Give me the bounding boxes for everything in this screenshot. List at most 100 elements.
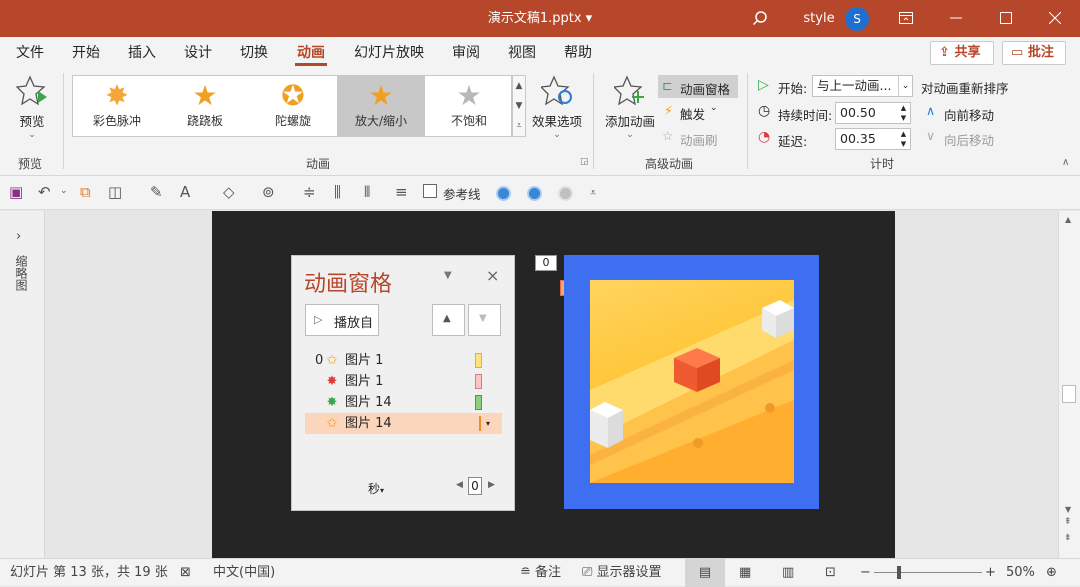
animation-tag[interactable]: 0 bbox=[535, 255, 557, 271]
move-down-button[interactable]: ▼ bbox=[468, 304, 501, 336]
animation-pane-button[interactable]: ⊏ 动画窗格 bbox=[658, 75, 738, 98]
comment-button[interactable]: ▭ 批注 bbox=[1002, 41, 1066, 65]
maximize-icon[interactable] bbox=[994, 0, 1018, 37]
undo-icon[interactable]: ↶ bbox=[38, 183, 51, 201]
zoom-in-icon[interactable]: + bbox=[985, 559, 996, 587]
group-icon[interactable]: ⊚ bbox=[262, 183, 275, 201]
timeline-bar[interactable] bbox=[475, 395, 482, 410]
gray-circle-icon[interactable] bbox=[558, 186, 573, 201]
timeline-bar[interactable] bbox=[479, 416, 481, 431]
play-from-button[interactable]: ▷ 播放自 bbox=[305, 304, 379, 336]
ribbon-display-icon[interactable] bbox=[894, 0, 918, 37]
page-input[interactable]: 0 bbox=[468, 477, 482, 495]
effect-options-button[interactable]: 效果选项 ⌄ bbox=[530, 75, 584, 147]
share-button[interactable]: ⇪ 共享 bbox=[930, 41, 994, 65]
anim-desaturate[interactable]: ★ 不饱和 bbox=[425, 76, 513, 136]
tab-animations[interactable]: 动画 bbox=[295, 37, 327, 69]
tab-transitions[interactable]: 切换 bbox=[240, 37, 268, 69]
gallery-scroll[interactable]: ▲ ▼ ⩡ bbox=[512, 75, 526, 137]
scroll-down-icon[interactable]: ▼ bbox=[1065, 505, 1071, 514]
shapes-icon[interactable]: ◫ bbox=[108, 183, 122, 201]
spinner-icon[interactable]: ▲ ▼ bbox=[897, 129, 910, 149]
tab-slideshow[interactable]: 幻灯片放映 bbox=[354, 37, 424, 69]
display-settings-button[interactable]: ⎚ 显示器设置 bbox=[582, 559, 662, 587]
next-icon[interactable]: ▶ bbox=[488, 480, 495, 490]
prev-icon[interactable]: ◀ bbox=[456, 480, 463, 490]
delay-input[interactable]: 00.35 ▲ ▼ bbox=[835, 128, 911, 150]
tab-file[interactable]: 文件 bbox=[16, 37, 44, 69]
start-select[interactable]: 与上一动画... ⌄ bbox=[812, 75, 913, 97]
seconds-dropdown[interactable]: 秒▾ bbox=[368, 480, 384, 497]
align-center-icon[interactable]: ≑ bbox=[303, 183, 316, 201]
format-painter-icon[interactable]: ✎ bbox=[150, 183, 163, 201]
spinner-icon[interactable]: ▲ ▼ bbox=[897, 103, 910, 123]
gallery-more-icon[interactable]: ⩡ bbox=[513, 116, 525, 136]
add-animation-button[interactable]: 添加动画 ⌄ bbox=[602, 75, 658, 147]
blue-circle-icon[interactable] bbox=[527, 186, 542, 201]
save-icon[interactable]: ▣ bbox=[9, 183, 23, 201]
chevron-down-icon[interactable]: ▾ bbox=[486, 413, 490, 434]
list-item[interactable]: ✸ 图片 1 bbox=[305, 371, 502, 392]
align-middle-icon[interactable]: ⫼ bbox=[334, 183, 341, 201]
zoom-level[interactable]: 50% bbox=[1006, 559, 1035, 587]
title-dropdown-icon[interactable]: ▾ bbox=[586, 11, 593, 26]
accessibility-icon[interactable]: ⊠ bbox=[180, 559, 191, 587]
normal-view-icon[interactable]: ▤ bbox=[685, 559, 725, 587]
fit-slide-icon[interactable]: ⊕ bbox=[1046, 559, 1057, 587]
blue-circle-icon[interactable] bbox=[496, 186, 511, 201]
language-indicator[interactable]: 中文(中国) bbox=[213, 559, 275, 587]
anim-teeter[interactable]: ★ 跷跷板 bbox=[161, 76, 249, 136]
customize-qat-icon[interactable]: ⩡ bbox=[590, 186, 596, 200]
tab-review[interactable]: 审阅 bbox=[452, 37, 480, 69]
move-later-button[interactable]: ∨ 向后移动 bbox=[926, 126, 1006, 148]
tab-insert[interactable]: 插入 bbox=[128, 37, 156, 69]
scroll-thumb[interactable] bbox=[1062, 385, 1076, 403]
tab-home[interactable]: 开始 bbox=[72, 37, 100, 69]
minimize-icon[interactable] bbox=[944, 0, 968, 37]
close-icon[interactable] bbox=[1043, 0, 1067, 37]
duration-input[interactable]: 00.50 ▲ ▼ bbox=[835, 102, 911, 124]
chevron-down-icon[interactable]: ⌄ bbox=[60, 186, 68, 196]
select-icon[interactable]: ⧉ bbox=[80, 183, 91, 201]
font-color-icon[interactable]: A bbox=[180, 183, 190, 201]
zoom-slider-thumb[interactable] bbox=[897, 566, 901, 579]
fill-color-icon[interactable]: ◇ bbox=[223, 183, 235, 201]
scroll-up-icon[interactable]: ▲ bbox=[1065, 215, 1071, 224]
slide-sorter-icon[interactable]: ▦ bbox=[739, 559, 751, 587]
zoom-slider-track[interactable] bbox=[874, 572, 982, 573]
next-slide-icon[interactable]: ⇟ bbox=[1064, 533, 1072, 543]
tab-help[interactable]: 帮助 bbox=[564, 37, 592, 69]
gallery-down-icon[interactable]: ▼ bbox=[513, 96, 525, 116]
guides-checkbox[interactable] bbox=[423, 184, 437, 198]
list-item[interactable]: ✸ 图片 14 bbox=[305, 392, 502, 413]
gallery-up-icon[interactable]: ▲ bbox=[513, 76, 525, 96]
animation-painter-button[interactable]: ☆ 动画刷 bbox=[658, 127, 738, 149]
vertical-scrollbar[interactable]: ▲ ▼ ⇞ ⇟ bbox=[1058, 211, 1080, 558]
notes-button[interactable]: ≘ 备注 bbox=[520, 559, 561, 587]
prev-slide-icon[interactable]: ⇞ bbox=[1064, 517, 1072, 527]
move-earlier-button[interactable]: ∧ 向前移动 bbox=[926, 101, 1006, 123]
move-up-button[interactable]: ▲ bbox=[432, 304, 465, 336]
anim-color-pulse[interactable]: ✸ 彩色脉冲 bbox=[73, 76, 161, 136]
distribute-vertical-icon[interactable]: ≡ bbox=[395, 183, 408, 201]
search-icon[interactable] bbox=[748, 0, 772, 37]
zoom-out-icon[interactable]: − bbox=[860, 559, 871, 587]
dialog-launcher-icon[interactable]: ◲ bbox=[580, 157, 589, 167]
timeline-bar[interactable] bbox=[475, 353, 482, 368]
anim-spin[interactable]: ✪ 陀螺旋 bbox=[249, 76, 337, 136]
slideshow-icon[interactable]: ⊡ bbox=[825, 559, 836, 587]
timeline-bar[interactable] bbox=[475, 374, 482, 389]
distribute-icon[interactable]: ⫴ bbox=[364, 183, 370, 201]
anim-grow-shrink[interactable]: ★ 放大/缩小 bbox=[337, 76, 425, 136]
list-item-selected[interactable]: ✩ 图片 14 ▾ bbox=[305, 413, 502, 434]
reading-view-icon[interactable]: ▥ bbox=[782, 559, 794, 587]
preview-button[interactable]: 预览 ⌄ bbox=[10, 75, 54, 147]
list-item[interactable]: 0 ✩ 图片 1 bbox=[305, 350, 502, 371]
pane-options-icon[interactable]: ▼ bbox=[444, 270, 452, 281]
tab-design[interactable]: 设计 bbox=[184, 37, 212, 69]
conveyor-image[interactable] bbox=[590, 280, 794, 483]
avatar[interactable]: S bbox=[845, 7, 869, 31]
user-name[interactable]: style bbox=[802, 0, 836, 37]
expand-icon[interactable]: › bbox=[16, 229, 21, 244]
close-icon[interactable]: × bbox=[486, 266, 499, 285]
